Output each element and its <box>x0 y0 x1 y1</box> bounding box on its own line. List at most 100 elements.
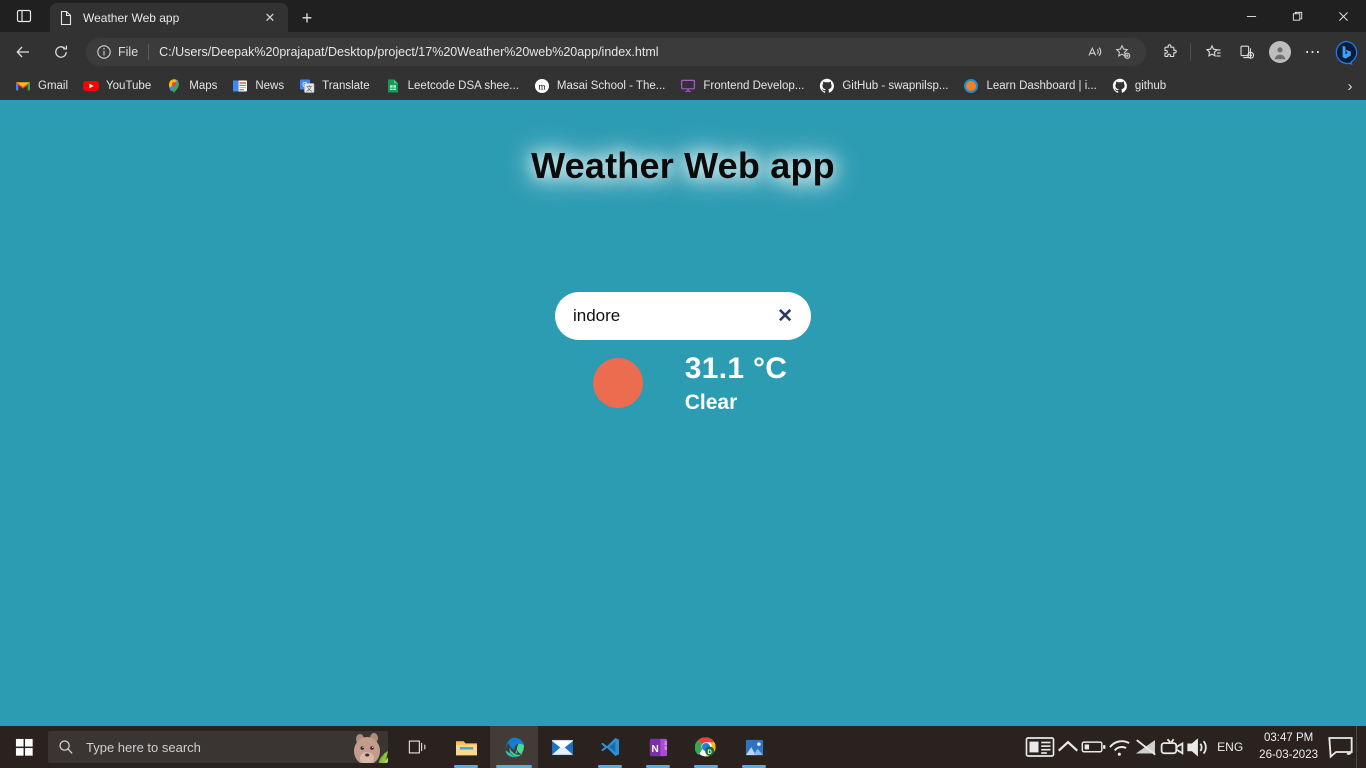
close-button[interactable] <box>1320 0 1366 32</box>
bookmark-label: GitHub - swapnilsp... <box>842 80 949 92</box>
bookmark-github[interactable]: github <box>1105 75 1173 97</box>
new-tab-button[interactable]: + <box>294 5 320 31</box>
notification-icon[interactable] <box>1326 726 1356 768</box>
collections-icon[interactable] <box>1232 37 1262 67</box>
bookmarks-bar: Gmail YouTube Maps News 文 Translate Leet… <box>0 72 1366 100</box>
omnibox-actions <box>1080 39 1136 65</box>
bing-copilot-icon[interactable] <box>1333 40 1358 65</box>
weather-app-page: Weather Web app ✕ 31.1 °C Clear <box>0 100 1366 726</box>
svg-text:D: D <box>708 750 713 756</box>
minimize-button[interactable] <box>1228 0 1274 32</box>
bookmark-news[interactable]: News <box>225 75 291 97</box>
bookmark-github-swapnilsp[interactable]: GitHub - swapnilsp... <box>812 75 955 97</box>
taskbar-onenote[interactable]: N <box>634 726 682 768</box>
bookmark-label: Translate <box>322 80 370 92</box>
bookmark-label: github <box>1134 80 1167 92</box>
taskbar-mail[interactable] <box>538 726 586 768</box>
document-icon <box>58 10 74 26</box>
screen: Weather Web app ✕ + File C:/Users/Deepak… <box>0 0 1366 768</box>
bookmark-gmail[interactable]: Gmail <box>8 75 75 97</box>
taskbar-search-box[interactable]: Type here to search <box>48 731 388 763</box>
omnibox-divider <box>148 44 150 60</box>
show-desktop-button[interactable] <box>1356 726 1362 768</box>
google-news-icon <box>232 78 248 94</box>
taskbar-search-placeholder: Type here to search <box>86 739 201 755</box>
tab-strip: Weather Web app ✕ + <box>0 0 1366 32</box>
chevron-up-icon[interactable] <box>1055 726 1081 768</box>
add-favorite-icon[interactable] <box>1110 39 1136 65</box>
site-info-icon[interactable] <box>96 44 112 60</box>
bookmark-maps[interactable]: Maps <box>159 75 224 97</box>
bookmark-label: Leetcode DSA shee... <box>407 80 519 92</box>
favorites-icon[interactable] <box>1199 37 1229 67</box>
window-controls <box>1228 0 1366 32</box>
taskbar-task-view[interactable] <box>394 726 442 768</box>
address-bar[interactable]: File C:/Users/Deepak%20prajapat/Desktop/… <box>86 38 1146 66</box>
google-translate-icon: G 文 <box>299 78 315 94</box>
bookmark-learn-dashboard[interactable]: Learn Dashboard | i... <box>956 75 1103 97</box>
tab-close-icon[interactable]: ✕ <box>260 8 280 28</box>
bookmark-masai-school[interactable]: m Masai School - The... <box>527 75 672 97</box>
city-search-input[interactable] <box>573 306 770 326</box>
refresh-icon[interactable] <box>46 37 76 67</box>
toolbar-divider <box>1190 43 1191 61</box>
bookmark-label: Learn Dashboard | i... <box>986 80 1097 92</box>
windows-start-icon[interactable] <box>0 726 48 768</box>
taskbar-file-explorer[interactable] <box>442 726 490 768</box>
read-aloud-icon[interactable] <box>1082 39 1108 65</box>
language-indicator[interactable]: ENG <box>1211 740 1251 754</box>
weather-readout: 31.1 °C Clear <box>685 352 788 415</box>
bookmark-label: Masai School - The... <box>556 80 666 92</box>
news-interests-icon[interactable] <box>1025 726 1055 768</box>
profile-avatar[interactable] <box>1265 37 1295 67</box>
masai-school-icon: m <box>534 78 550 94</box>
temperature-value: 31.1 °C <box>684 352 788 385</box>
bookmark-leetcode-dsa-sheet[interactable]: Leetcode DSA shee... <box>378 75 526 97</box>
wifi-icon[interactable] <box>1107 726 1133 768</box>
taskbar-app-icons: N D <box>394 726 778 768</box>
battery-icon[interactable] <box>1081 726 1107 768</box>
weather-result: 31.1 °C Clear <box>0 352 1366 415</box>
network-disconnected-icon[interactable] <box>1133 726 1159 768</box>
search-magnifier-icon <box>58 739 74 755</box>
clock-date: 26-03-2023 <box>1259 749 1318 761</box>
back-arrow-icon[interactable] <box>8 37 38 67</box>
taskbar-microsoft-edge[interactable] <box>490 726 538 768</box>
google-maps-icon <box>166 78 182 94</box>
presentation-icon <box>680 78 696 94</box>
browser-tab[interactable]: Weather Web app ✕ <box>50 3 288 32</box>
bookmark-youtube[interactable]: YouTube <box>76 75 158 97</box>
sun-circle-icon <box>592 358 643 409</box>
github-icon <box>819 78 835 94</box>
bookmark-translate[interactable]: G 文 Translate <box>292 75 377 97</box>
system-tray: ENG 03:47 PM 26-03-2023 <box>1025 726 1366 768</box>
maximize-button[interactable] <box>1274 0 1320 32</box>
taskbar-vs-code[interactable] <box>586 726 634 768</box>
browser-toolbar: File C:/Users/Deepak%20prajapat/Desktop/… <box>0 32 1366 72</box>
bookmark-frontend-development[interactable]: Frontend Develop... <box>673 75 811 97</box>
bookmark-label: Frontend Develop... <box>703 80 805 92</box>
svg-text:文: 文 <box>306 84 313 93</box>
page-title: Weather Web app <box>531 145 835 186</box>
weather-condition: Clear <box>684 390 738 414</box>
youtube-icon <box>83 78 100 94</box>
tab-title: Weather Web app <box>83 10 180 25</box>
taskbar-clock[interactable]: 03:47 PM 26-03-2023 <box>1251 730 1326 763</box>
file-scheme-label: File <box>118 45 139 59</box>
camera-icon[interactable] <box>1159 726 1185 768</box>
settings-and-more-button[interactable]: ⋯ <box>1298 37 1328 67</box>
taskbar-photos[interactable] <box>730 726 778 768</box>
toolbar-right-actions: ⋯ <box>1152 37 1366 67</box>
extensions-icon[interactable] <box>1155 37 1185 67</box>
volume-icon[interactable] <box>1185 726 1211 768</box>
browser-chrome: Weather Web app ✕ + File C:/Users/Deepak… <box>0 0 1366 100</box>
bookmark-label: YouTube <box>106 80 152 92</box>
bookmark-label: News <box>255 80 285 92</box>
bookmarks-overflow-chevron-icon[interactable]: › <box>1340 76 1360 96</box>
tab-actions-icon[interactable] <box>6 3 42 29</box>
svg-text:m: m <box>538 81 545 91</box>
clear-search-icon[interactable]: ✕ <box>769 305 795 328</box>
city-search-box[interactable]: ✕ <box>555 292 811 340</box>
bear-mascot-icon <box>334 731 388 763</box>
taskbar-google-chrome[interactable]: D <box>682 726 730 768</box>
